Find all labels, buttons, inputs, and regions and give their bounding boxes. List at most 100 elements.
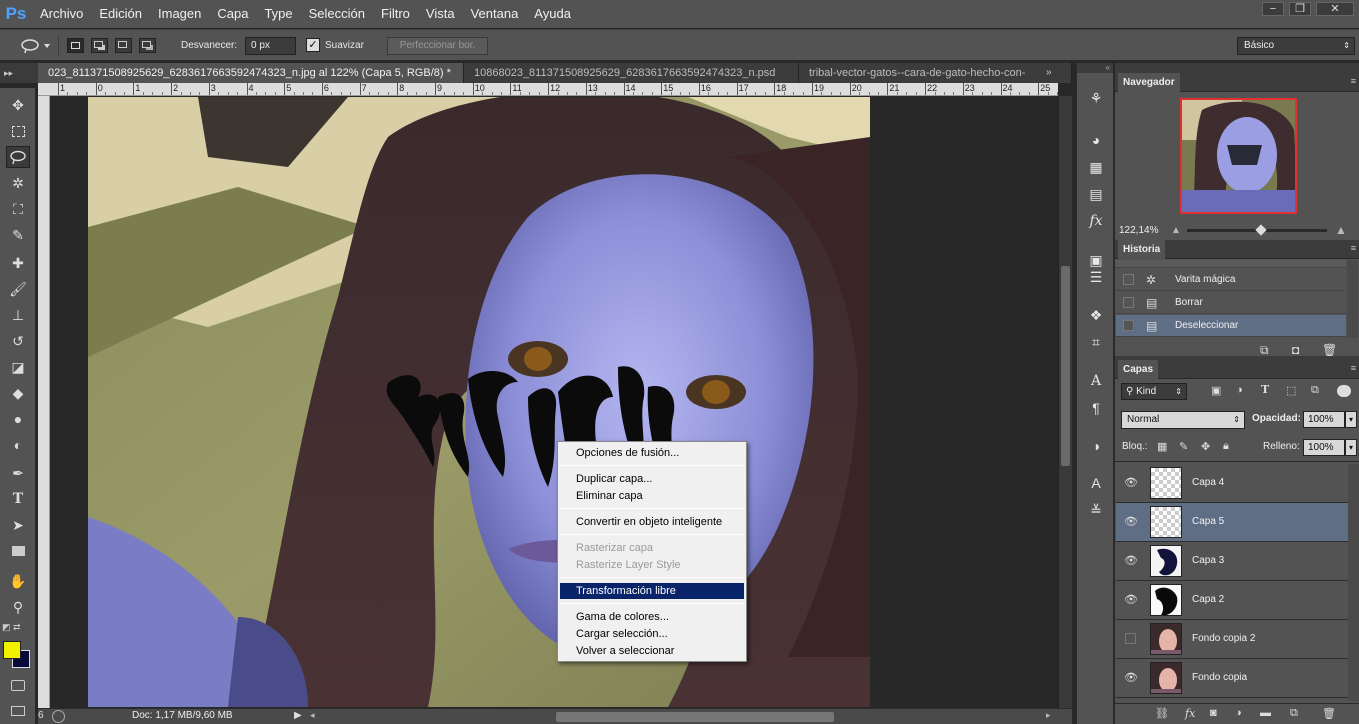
filter-smart-object-icon[interactable]: ⧉ <box>1311 384 1319 397</box>
restore-button[interactable]: ❐ <box>1289 2 1311 16</box>
pen-tool-icon[interactable]: ✒ <box>6 462 30 484</box>
brush-presets-icon[interactable]: ⚘ <box>1085 87 1107 109</box>
lock-transparent-icon[interactable]: ▦ <box>1157 440 1167 453</box>
navigator-zoom[interactable]: 122,14% <box>1119 225 1158 236</box>
layer-row[interactable]: 👁︎ Fondo copia <box>1116 659 1348 698</box>
menu-seleccion[interactable]: Selección <box>301 0 373 28</box>
navigator-title[interactable]: Navegador <box>1118 73 1180 92</box>
channels-icon[interactable]: ❖ <box>1085 304 1107 326</box>
swatches-icon[interactable]: ▦ <box>1085 156 1107 178</box>
healing-brush-tool-icon[interactable]: ✚ <box>6 252 30 274</box>
paragraph-icon[interactable]: ¶ <box>1085 397 1107 419</box>
document-image[interactable] <box>88 97 870 707</box>
layer-thumbnail[interactable] <box>1150 662 1182 694</box>
fx-icon[interactable]: fx <box>1085 210 1107 232</box>
menu-convert-smart-object[interactable]: Convertir en objeto inteligente <box>560 514 744 530</box>
layer-thumbnail[interactable] <box>1150 506 1182 538</box>
layer-name[interactable]: Fondo copia 2 <box>1192 633 1255 644</box>
blend-mode-select[interactable]: Normal ⇕ <box>1121 411 1245 429</box>
lock-position-icon[interactable]: ✥ <box>1201 440 1210 453</box>
delete-layer-icon[interactable]: 🗑︎ <box>1322 707 1336 720</box>
new-group-icon[interactable]: ▬ <box>1260 707 1271 719</box>
layer-thumbnail[interactable] <box>1150 467 1182 499</box>
history-scrollbar[interactable] <box>1347 260 1358 338</box>
opacity-input[interactable]: 100% <box>1303 411 1345 428</box>
filter-shape-icon[interactable]: ⬚ <box>1286 384 1296 397</box>
add-layer-style-icon[interactable]: fx <box>1185 707 1195 720</box>
path-selection-tool-icon[interactable]: ➤ <box>6 514 30 536</box>
layer-row-selected[interactable]: 👁︎ Capa 5 <box>1116 503 1348 542</box>
strip-collapse-icon[interactable]: « <box>1077 63 1113 73</box>
character-icon[interactable]: A <box>1085 370 1107 392</box>
eye-icon[interactable]: 👁︎ <box>1124 476 1138 490</box>
menu-duplicate-layer[interactable]: Duplicar capa... <box>560 471 744 487</box>
status-info-icon[interactable] <box>52 710 65 723</box>
history-item[interactable]: ▤ Borrar <box>1116 292 1346 314</box>
trash-icon[interactable]: 🗑︎ <box>1322 343 1337 357</box>
eraser-tool-icon[interactable]: ◪ <box>6 356 30 378</box>
zoom-tool-icon[interactable]: ⚲ <box>6 596 30 618</box>
layer-thumbnail[interactable] <box>1150 584 1182 616</box>
menu-edicion[interactable]: Edición <box>91 0 150 28</box>
character-styles-icon[interactable]: A <box>1085 472 1107 494</box>
filter-type-icon[interactable]: T <box>1261 383 1269 396</box>
properties-icon[interactable]: ☰ <box>1085 266 1107 288</box>
foreground-color-swatch[interactable] <box>3 641 21 659</box>
panel-menu-icon[interactable]: ≡ <box>1351 243 1356 253</box>
crop-tool-icon[interactable]: ⛶ <box>6 198 30 220</box>
history-brush-tool-icon[interactable]: ↺ <box>6 330 30 352</box>
document-tab-tribal[interactable]: tribal-vector-gatos--cara-de-gato-hecho-… <box>799 63 1072 83</box>
zoom-out-icon[interactable]: ▲ <box>1171 225 1181 236</box>
status-menu-arrow-icon[interactable]: ▶ <box>294 710 302 721</box>
vertical-scroll-thumb[interactable] <box>1061 266 1070 466</box>
document-tab-active[interactable]: 023_811371508925629_6283617663592474323_… <box>38 63 464 83</box>
menu-archivo[interactable]: Archivo <box>32 0 91 28</box>
scroll-left-icon[interactable]: ◂ <box>310 710 315 721</box>
rectangle-tool-icon[interactable] <box>6 540 30 562</box>
filter-adjustment-icon[interactable]: ◑ <box>1236 384 1243 396</box>
styles-icon[interactable]: ▤ <box>1085 183 1107 205</box>
add-mask-icon[interactable]: ◙ <box>1210 707 1217 719</box>
history-snapshot-checkbox[interactable] <box>1123 274 1134 285</box>
minimize-button[interactable]: − <box>1262 2 1284 16</box>
layer-name[interactable]: Capa 5 <box>1192 516 1224 527</box>
magic-wand-tool-icon[interactable]: ✲ <box>6 172 30 194</box>
new-adjustment-layer-icon[interactable]: ◑ <box>1235 707 1242 719</box>
layer-name[interactable]: Capa 4 <box>1192 477 1224 488</box>
filter-pixel-icon[interactable]: ▣ <box>1211 384 1221 397</box>
refine-edge-button[interactable]: Perfeccionar bor. <box>387 37 488 55</box>
menu-capa[interactable]: Capa <box>209 0 256 28</box>
history-title[interactable]: Historia <box>1118 240 1166 259</box>
layer-name[interactable]: Capa 2 <box>1192 594 1224 605</box>
lock-image-icon[interactable]: ✎ <box>1179 440 1188 453</box>
type-tool-icon[interactable]: T <box>6 488 30 510</box>
lasso-tool-icon[interactable] <box>6 146 30 168</box>
eye-icon[interactable]: 👁︎ <box>1124 515 1138 529</box>
color-palette-icon[interactable]: ◕ <box>1085 129 1107 151</box>
layer-name[interactable]: Fondo copia <box>1192 672 1247 683</box>
eye-icon[interactable]: 👁︎ <box>1124 671 1138 685</box>
panel-menu-icon[interactable]: ≡ <box>1351 363 1356 373</box>
tool-presets-icon[interactable]: ◑ <box>1085 435 1107 457</box>
history-item-selected[interactable]: ▤ Deseleccionar <box>1116 315 1346 337</box>
navigator-preview[interactable] <box>1180 98 1297 214</box>
layers-title[interactable]: Capas <box>1118 360 1159 379</box>
menu-free-transform[interactable]: Transformación libre <box>560 583 744 599</box>
move-tool-icon[interactable]: ✥ <box>6 94 30 116</box>
layer-row[interactable]: 👁︎ Capa 2 <box>1116 581 1348 620</box>
menu-ventana[interactable]: Ventana <box>463 0 527 28</box>
layer-thumbnail[interactable] <box>1150 545 1182 577</box>
document-tab-psd[interactable]: 10868023_811371508925629_628361766359247… <box>464 63 799 83</box>
close-button[interactable]: ✕ <box>1316 2 1354 16</box>
zoom-in-icon[interactable]: ▲ <box>1335 223 1347 237</box>
eye-icon[interactable]: 👁︎ <box>1124 554 1138 568</box>
layer-thumbnail[interactable] <box>1150 623 1182 655</box>
layer-name[interactable]: Capa 3 <box>1192 555 1224 566</box>
quick-mask-icon[interactable] <box>6 674 30 696</box>
link-layers-icon[interactable]: ⛓ <box>1155 707 1169 720</box>
menu-type[interactable]: Type <box>256 0 300 28</box>
menu-imagen[interactable]: Imagen <box>150 0 209 28</box>
menu-ayuda[interactable]: Ayuda <box>526 0 579 28</box>
fill-input[interactable]: 100% <box>1303 439 1345 456</box>
paragraph-styles-icon[interactable]: ≚ <box>1085 499 1107 521</box>
